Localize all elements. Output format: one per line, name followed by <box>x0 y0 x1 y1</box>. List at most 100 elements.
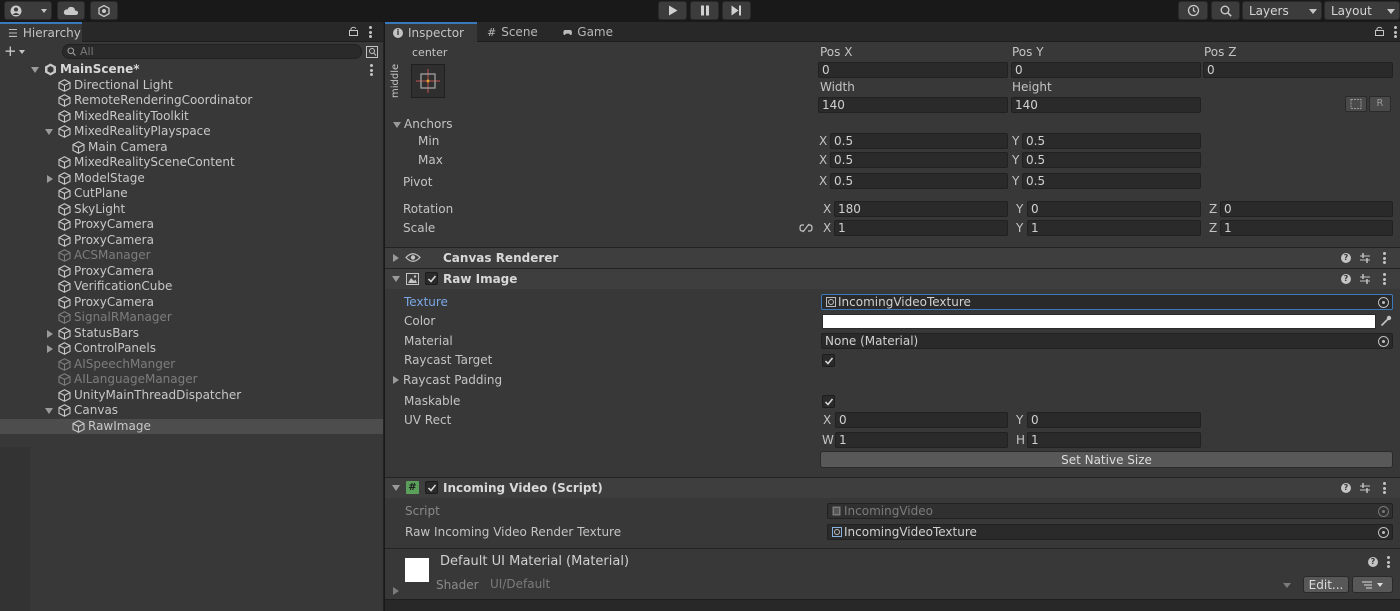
help-icon[interactable]: ? <box>1368 557 1378 567</box>
layers-dropdown[interactable]: Layers <box>1242 1 1322 20</box>
render-texture-field[interactable]: IncomingVideoTexture <box>827 524 1393 540</box>
chevron-right-icon[interactable] <box>47 174 53 183</box>
hierarchy-item[interactable]: SkyLight <box>0 202 383 218</box>
pos-x-field[interactable]: 0 <box>818 62 1008 78</box>
width-field[interactable]: 140 <box>818 97 1008 113</box>
scene-row[interactable]: MainScene* <box>0 62 383 78</box>
tab-hierarchy[interactable]: ☰ Hierarchy <box>0 22 82 42</box>
hierarchy-menu-icon[interactable] <box>369 26 372 38</box>
anchors-min-y-field[interactable]: 0.5 <box>1022 133 1201 149</box>
link-icon[interactable] <box>799 223 813 233</box>
step-button[interactable] <box>722 1 751 20</box>
anchors-min-x-field[interactable]: 0.5 <box>830 133 1008 149</box>
hierarchy-item[interactable]: AILanguageManager <box>0 372 383 388</box>
tab-inspector[interactable]: i Inspector <box>385 22 477 42</box>
hierarchy-item[interactable]: CutPlane <box>0 186 383 202</box>
shader-options-button[interactable] <box>1352 576 1393 593</box>
hierarchy-item[interactable]: ProxyCamera <box>0 217 383 233</box>
presets-icon[interactable] <box>1359 482 1371 494</box>
hierarchy-item[interactable]: ProxyCamera <box>0 264 383 280</box>
scene-filter-icon[interactable] <box>366 46 378 58</box>
hierarchy-item[interactable]: Canvas <box>0 403 383 419</box>
account-dropdown[interactable] <box>4 1 52 20</box>
height-field[interactable]: 140 <box>1011 97 1201 113</box>
history-button[interactable] <box>1178 1 1208 20</box>
component-menu-icon[interactable] <box>1383 252 1386 264</box>
presets-icon[interactable] <box>1359 252 1371 264</box>
hierarchy-item[interactable]: SignalRManager <box>0 310 383 326</box>
tab-game[interactable]: Game <box>555 22 621 42</box>
rotation-z-field[interactable]: 0 <box>1220 201 1393 217</box>
create-button[interactable]: + <box>4 43 30 60</box>
incoming-video-header[interactable]: # Incoming Video (Script) ? <box>385 478 1400 498</box>
rotation-y-field[interactable]: 0 <box>1027 201 1201 217</box>
help-icon[interactable]: ? <box>1341 483 1351 493</box>
eyedropper-icon[interactable] <box>1380 315 1392 327</box>
hierarchy-search-input[interactable]: All <box>62 44 362 59</box>
anchors-max-x-field[interactable]: 0.5 <box>830 152 1008 168</box>
raycast-target-checkbox[interactable] <box>822 354 835 367</box>
hierarchy-item[interactable]: MixedRealityPlayspace <box>0 124 383 140</box>
material-field[interactable]: None (Material) <box>821 333 1393 349</box>
pause-button[interactable] <box>690 1 719 20</box>
pos-z-field[interactable]: 0 <box>1203 62 1393 78</box>
hierarchy-item[interactable]: AISpeechManger <box>0 357 383 373</box>
hierarchy-item[interactable]: RawImage <box>0 418 383 434</box>
chevron-right-icon[interactable] <box>47 329 53 338</box>
chevron-down-icon[interactable] <box>45 408 53 414</box>
hierarchy-item[interactable]: ACSManager <box>0 248 383 264</box>
collab-button[interactable] <box>90 1 118 20</box>
canvas-renderer-header[interactable]: Canvas Renderer ? <box>385 248 1400 268</box>
scale-x-field[interactable]: 1 <box>834 220 1008 236</box>
texture-field[interactable]: IncomingVideoTexture <box>821 294 1393 310</box>
shader-edit-button[interactable]: Edit... <box>1303 576 1349 593</box>
scene-menu-icon[interactable] <box>370 64 373 76</box>
anchor-presets-button[interactable] <box>411 64 445 98</box>
hierarchy-item[interactable]: StatusBars <box>0 326 383 342</box>
play-button[interactable] <box>658 1 687 20</box>
chevron-down-icon[interactable] <box>31 67 39 73</box>
raw-image-header[interactable]: Raw Image ? <box>385 269 1400 289</box>
hierarchy-item[interactable]: VerificationCube <box>0 279 383 295</box>
chevron-down-icon[interactable] <box>45 129 53 135</box>
component-menu-icon[interactable] <box>1383 482 1386 494</box>
chevron-right-icon[interactable] <box>47 345 53 353</box>
maskable-checkbox[interactable] <box>822 395 835 408</box>
uv-y-field[interactable]: 0 <box>1027 412 1201 428</box>
raw-edit-button[interactable]: R <box>1369 96 1391 112</box>
color-field[interactable] <box>822 314 1376 329</box>
hierarchy-item[interactable]: MixedRealitySceneContent <box>0 155 383 171</box>
pivot-x-field[interactable]: 0.5 <box>830 173 1008 189</box>
chevron-right-icon[interactable] <box>393 376 399 384</box>
object-picker-icon[interactable] <box>1378 527 1389 538</box>
pivot-y-field[interactable]: 0.5 <box>1022 173 1201 189</box>
lock-icon[interactable] <box>1375 26 1384 36</box>
pos-y-field[interactable]: 0 <box>1011 62 1201 78</box>
cloud-button[interactable] <box>57 1 85 20</box>
hierarchy-item[interactable]: UnityMainThreadDispatcher <box>0 388 383 404</box>
hierarchy-item[interactable]: ModelStage <box>0 171 383 187</box>
incoming-video-enabled-checkbox[interactable] <box>425 481 438 494</box>
hierarchy-item[interactable]: ProxyCamera <box>0 233 383 249</box>
object-picker-icon[interactable] <box>1378 297 1389 308</box>
material-menu-icon[interactable] <box>1387 556 1390 568</box>
scale-z-field[interactable]: 1 <box>1220 220 1393 236</box>
hierarchy-item[interactable]: MixedRealityToolkit <box>0 109 383 125</box>
uv-h-field[interactable]: 1 <box>1027 432 1201 448</box>
hierarchy-item[interactable]: Directional Light <box>0 78 383 94</box>
uv-x-field[interactable]: 0 <box>835 412 1008 428</box>
shader-dropdown[interactable]: UI/Default <box>487 577 1299 593</box>
scale-y-field[interactable]: 1 <box>1027 220 1201 236</box>
help-icon[interactable]: ? <box>1341 274 1351 284</box>
hierarchy-item[interactable]: ProxyCamera <box>0 295 383 311</box>
component-menu-icon[interactable] <box>1383 273 1386 285</box>
lock-icon[interactable] <box>349 26 358 36</box>
inspector-menu-icon[interactable] <box>1394 26 1397 38</box>
set-native-size-button[interactable]: Set Native Size <box>820 451 1393 468</box>
search-button[interactable] <box>1211 1 1240 20</box>
hierarchy-item[interactable]: RemoteRenderingCoordinator <box>0 93 383 109</box>
raw-image-enabled-checkbox[interactable] <box>425 272 438 285</box>
object-picker-icon[interactable] <box>1378 336 1389 347</box>
anchors-max-y-field[interactable]: 0.5 <box>1022 152 1201 168</box>
hierarchy-item[interactable]: ControlPanels <box>0 341 383 357</box>
